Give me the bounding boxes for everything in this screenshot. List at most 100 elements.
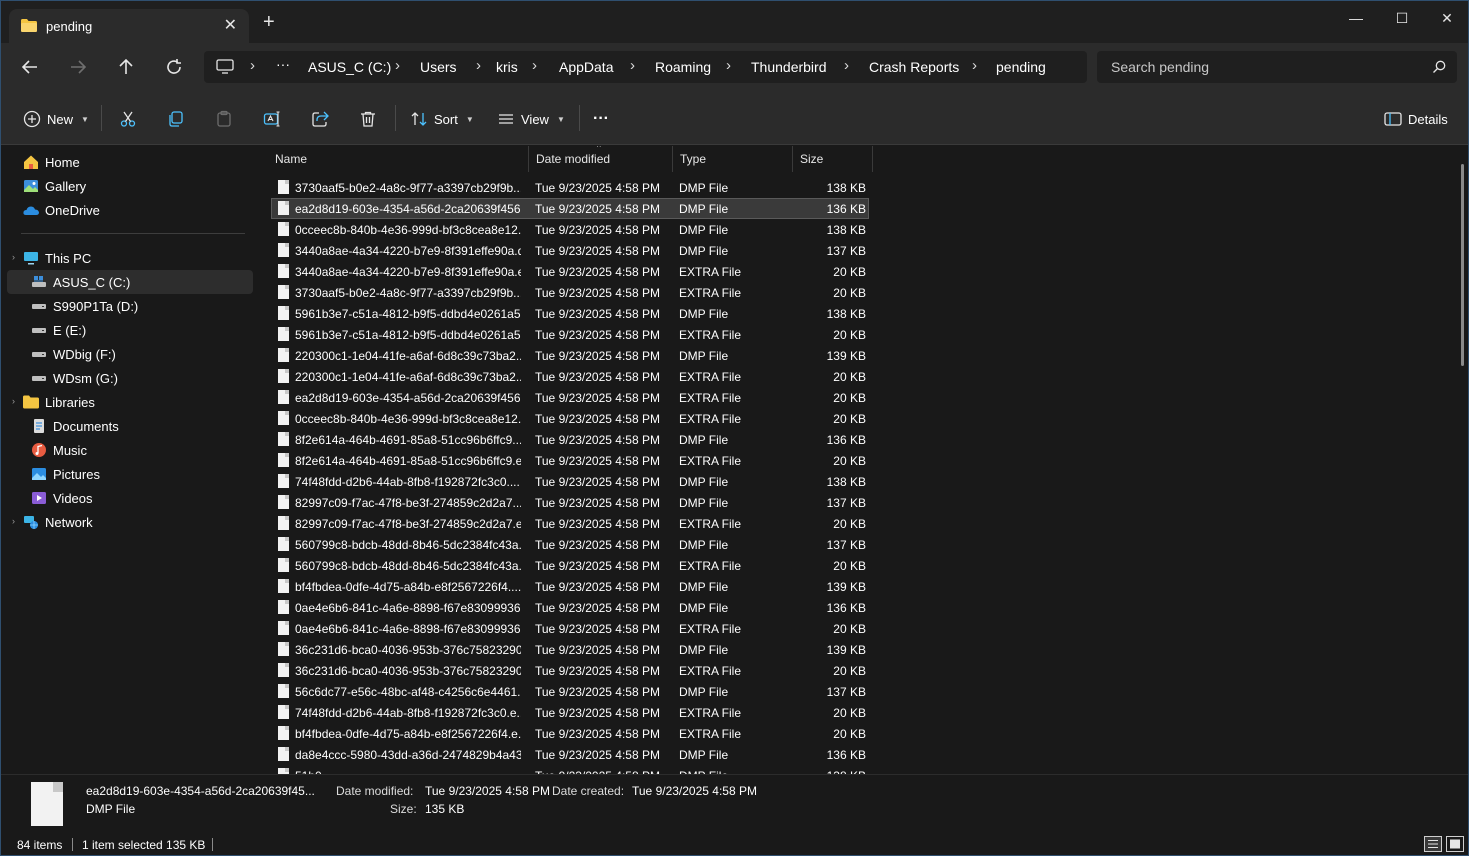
file-row[interactable]: 5961b3e7-c51a-4812-b9f5-ddbd4e0261a5... T… xyxy=(271,324,869,345)
sidebar-item-home[interactable]: Home xyxy=(23,150,253,174)
crumb-users[interactable]: Users xyxy=(420,59,457,75)
breadcrumb-overflow[interactable]: ··· xyxy=(276,56,290,72)
file-row[interactable]: 3440a8ae-4a34-4220-b7e9-8f391effe90a.e..… xyxy=(271,261,869,282)
column-header-type[interactable]: Type xyxy=(672,146,793,172)
sidebar-item-this-pc[interactable]: This PC xyxy=(23,246,253,270)
search-input[interactable]: Search pending xyxy=(1111,59,1209,75)
file-row[interactable]: bf4fbdea-0dfe-4d75-a84b-e8f2567226f4....… xyxy=(271,576,869,597)
chevron-right-icon[interactable]: › xyxy=(844,57,849,74)
column-header-size[interactable]: Size xyxy=(792,146,873,172)
file-row[interactable]: 74f48fdd-d2b6-44ab-8fb8-f192872fc3c0.e..… xyxy=(271,702,869,723)
file-row[interactable]: 5961b3e7-c51a-4812-b9f5-ddbd4e0261a5... T… xyxy=(271,303,869,324)
file-row[interactable]: 220300c1-1e04-41fe-a6af-6d8c39c73ba2....… xyxy=(271,366,869,387)
chevron-right-icon[interactable]: › xyxy=(12,516,15,526)
file-row[interactable]: 36c231d6-bca0-4036-953b-376c75823290....… xyxy=(271,639,869,660)
close-window-button[interactable]: ✕ xyxy=(1424,7,1468,33)
delete-button[interactable] xyxy=(359,108,377,130)
sidebar-item-videos[interactable]: Videos xyxy=(31,486,253,510)
file-row[interactable]: 82997c09-f7ac-47f8-be3f-274859c2d2a7.e..… xyxy=(271,513,869,534)
tab-pending[interactable]: pending ✕ xyxy=(9,9,249,43)
large-icons-view-button[interactable] xyxy=(1446,836,1464,852)
maximize-button[interactable]: ☐ xyxy=(1379,7,1425,33)
chevron-right-icon[interactable]: › xyxy=(972,57,977,74)
tab-close-button[interactable]: ✕ xyxy=(224,15,237,35)
file-row[interactable]: 82997c09-f7ac-47f8-be3f-274859c2d2a7....… xyxy=(271,492,869,513)
file-row[interactable]: 3440a8ae-4a34-4220-b7e9-8f391effe90a.d..… xyxy=(271,240,869,261)
file-row[interactable]: 0cceec8b-840b-4e36-999d-bf3c8cea8e12....… xyxy=(271,219,869,240)
file-type: DMP File xyxy=(679,244,729,258)
chevron-right-icon[interactable]: › xyxy=(12,396,15,406)
file-row[interactable]: 8f2e614a-464b-4691-85a8-51cc96b6ffc9.e..… xyxy=(271,450,869,471)
file-row[interactable]: 0ae4e6b6-841c-4a6e-8898-f67e83099936....… xyxy=(271,618,869,639)
crumb-drive[interactable]: ASUS_C (C:) xyxy=(308,59,391,75)
column-header-date[interactable]: Date modified xyxy=(528,146,673,172)
chevron-right-icon[interactable]: › xyxy=(476,57,481,74)
sidebar-item-pictures[interactable]: Pictures xyxy=(31,462,253,486)
file-row[interactable]: 3730aaf5-b0e2-4a8c-9f77-a3397cb29f9b....… xyxy=(271,282,869,303)
pc-monitor-icon[interactable] xyxy=(216,59,234,75)
crumb-kris[interactable]: kris xyxy=(496,59,518,75)
minimize-button[interactable]: — xyxy=(1333,7,1379,33)
chevron-right-icon[interactable]: › xyxy=(532,57,537,74)
file-row[interactable]: 560799c8-bdcb-48dd-8b46-5dc2384fc43a... T… xyxy=(271,534,869,555)
file-row[interactable]: 3730aaf5-b0e2-4a8c-9f77-a3397cb29f9b....… xyxy=(271,177,869,198)
file-row[interactable]: da8e4ccc-5980-43dd-a36d-2474829b4a43....… xyxy=(271,744,869,765)
sidebar-item-network[interactable]: Network xyxy=(23,510,253,534)
sidebar-item-drive-d[interactable]: S990P1Ta (D:) xyxy=(31,294,253,318)
file-row[interactable]: 74f48fdd-d2b6-44ab-8fb8-f192872fc3c0....… xyxy=(271,471,869,492)
sidebar-item-asus-c[interactable]: ASUS_C (C:) xyxy=(7,270,253,294)
sidebar-item-drive-e[interactable]: E (E:) xyxy=(31,318,253,342)
file-row[interactable]: 36c231d6-bca0-4036-953b-376c75823290....… xyxy=(271,660,869,681)
sidebar-item-music[interactable]: Music xyxy=(31,438,253,462)
file-size: 137 KB xyxy=(826,244,866,258)
file-row[interactable]: 220300c1-1e04-41fe-a6af-6d8c39c73ba2....… xyxy=(271,345,869,366)
crumb-crash-reports[interactable]: Crash Reports xyxy=(869,59,959,75)
file-row[interactable]: 560799c8-bdcb-48dd-8b46-5dc2384fc43a... T… xyxy=(271,555,869,576)
file-row[interactable]: 8f2e614a-464b-4691-85a8-51cc96b6ffc9....… xyxy=(271,429,869,450)
refresh-button[interactable] xyxy=(162,55,186,79)
back-button[interactable] xyxy=(18,55,42,79)
chevron-right-icon[interactable]: › xyxy=(395,57,400,74)
file-row[interactable]: 0cceec8b-840b-4e36-999d-bf3c8cea8e12....… xyxy=(271,408,869,429)
file-row[interactable]: 0ae4e6b6-841c-4a6e-8898-f67e83099936....… xyxy=(271,597,869,618)
breadcrumb[interactable]: › ··· ASUS_C (C:) › Users › kris › AppDa… xyxy=(204,51,1087,83)
more-options-button[interactable]: ··· xyxy=(593,108,609,130)
sort-button[interactable]: Sort ▼ xyxy=(410,108,474,130)
crumb-thunderbird[interactable]: Thunderbird xyxy=(751,59,827,75)
copy-button[interactable] xyxy=(167,108,185,130)
crumb-roaming[interactable]: Roaming xyxy=(655,59,711,75)
rename-button[interactable] xyxy=(263,108,281,130)
chevron-right-icon[interactable]: › xyxy=(12,252,15,262)
sidebar-item-drive-f[interactable]: WDbig (F:) xyxy=(31,342,253,366)
sidebar-item-drive-g[interactable]: WDsm (G:) xyxy=(31,366,253,390)
file-row[interactable]: 56c6dc77-e56c-48bc-af48-c4256c6e4461....… xyxy=(271,681,869,702)
chevron-right-icon[interactable]: › xyxy=(250,57,255,74)
details-button[interactable]: Details xyxy=(1384,108,1448,130)
view-button[interactable]: View ▼ xyxy=(497,108,565,130)
details-view-button[interactable] xyxy=(1424,836,1442,852)
search-icon[interactable] xyxy=(1431,59,1447,75)
new-button[interactable]: New ▼ xyxy=(23,108,89,130)
search-box[interactable]: Search pending xyxy=(1097,51,1457,83)
crumb-pending[interactable]: pending xyxy=(996,59,1046,75)
up-button[interactable] xyxy=(114,55,138,79)
paste-button[interactable] xyxy=(215,108,233,130)
forward-button[interactable] xyxy=(66,55,90,79)
file-row[interactable]: ea2d8d19-603e-4354-a56d-2ca20639f456....… xyxy=(271,387,869,408)
vertical-scrollbar[interactable] xyxy=(1461,164,1464,366)
file-row[interactable]: 51b0...Tue 9/23/2025 4:58 PMDMP File138 … xyxy=(271,765,869,774)
file-row[interactable]: ea2d8d19-603e-4354-a56d-2ca20639f456....… xyxy=(271,198,869,219)
sidebar-item-libraries[interactable]: Libraries xyxy=(23,390,253,414)
sidebar-item-gallery[interactable]: Gallery xyxy=(23,174,253,198)
chevron-right-icon[interactable]: › xyxy=(726,57,731,74)
chevron-right-icon[interactable]: › xyxy=(630,57,635,74)
column-header-name[interactable]: Name xyxy=(267,146,529,172)
sidebar-item-onedrive[interactable]: OneDrive xyxy=(23,198,253,222)
share-button[interactable] xyxy=(311,108,329,130)
file-row[interactable]: bf4fbdea-0dfe-4d75-a84b-e8f2567226f4.e..… xyxy=(271,723,869,744)
crumb-appdata[interactable]: AppData xyxy=(559,59,613,75)
sidebar-item-documents[interactable]: Documents xyxy=(31,414,253,438)
new-tab-button[interactable]: + xyxy=(263,12,275,32)
file-rows: 3730aaf5-b0e2-4a8c-9f77-a3397cb29f9b....… xyxy=(271,177,869,774)
cut-button[interactable] xyxy=(119,108,137,130)
